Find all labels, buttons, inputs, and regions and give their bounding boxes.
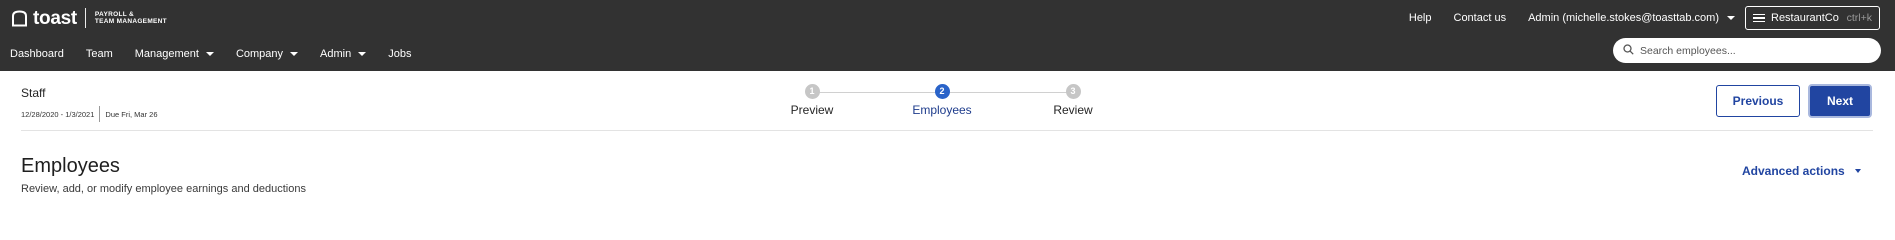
top-header: toast PAYROLL & TEAM MANAGEMENT Help Con…: [0, 0, 1895, 71]
progress-stepper: 1 Preview 2 Employees 3 Review: [0, 84, 1895, 120]
previous-button[interactable]: Previous: [1716, 85, 1800, 117]
keyboard-shortcut-hint: ctrl+k: [1846, 12, 1872, 24]
employee-search-box[interactable]: [1613, 38, 1881, 63]
nav-item-admin[interactable]: Admin: [320, 48, 367, 60]
step-label: Review: [1053, 103, 1093, 117]
toast-logo[interactable]: toast PAYROLL & TEAM MANAGEMENT: [10, 8, 167, 28]
step-employees[interactable]: 2 Employees: [882, 84, 1002, 117]
main-nav: Dashboard Team Management Company Admin …: [10, 48, 433, 60]
logo-subtitle: PAYROLL & TEAM MANAGEMENT: [95, 11, 167, 26]
admin-user-label: Admin (michelle.stokes@toasttab.com): [1528, 12, 1719, 24]
nav-item-team[interactable]: Team: [86, 48, 113, 60]
step-label: Employees: [912, 103, 972, 117]
chevron-down-icon: [358, 52, 367, 56]
nav-item-label: Company: [235, 48, 284, 60]
hamburger-menu-icon: [1753, 13, 1765, 23]
nav-item-label: Jobs: [388, 48, 412, 60]
chevron-down-icon: [205, 52, 214, 56]
logo-divider: [84, 8, 86, 28]
nav-item-label: Management: [134, 48, 199, 60]
step-label: Preview: [790, 103, 834, 117]
restaurant-name: RestaurantCo: [1771, 12, 1839, 24]
next-button[interactable]: Next: [1808, 84, 1872, 118]
nav-item-jobs[interactable]: Jobs: [388, 48, 411, 60]
nav-item-management[interactable]: Management: [135, 48, 214, 60]
nav-item-label: Admin: [320, 48, 352, 60]
nav-item-company[interactable]: Company: [235, 48, 299, 60]
search-input[interactable]: [1640, 44, 1860, 57]
logo-subtitle-line1: PAYROLL &: [94, 10, 134, 18]
contact-us-link[interactable]: Contact us: [1454, 12, 1507, 24]
logo-subtitle-line2: TEAM MANAGEMENT: [94, 18, 167, 25]
step-review[interactable]: 3 Review: [1013, 84, 1133, 117]
step-number: 1: [804, 84, 820, 99]
page-subtitle: Review, add, or modify employee earnings…: [21, 183, 306, 195]
advanced-actions-dropdown[interactable]: Advanced actions: [1742, 164, 1861, 178]
step-preview[interactable]: 1 Preview: [752, 84, 872, 117]
nav-item-label: Team: [85, 48, 113, 60]
restaurant-switcher-button[interactable]: RestaurantCo ctrl+k: [1745, 6, 1880, 30]
chevron-down-icon: [1854, 169, 1861, 173]
chevron-down-icon: [290, 52, 299, 56]
admin-user-menu[interactable]: Admin (michelle.stokes@toasttab.com): [1528, 12, 1735, 24]
help-link[interactable]: Help: [1409, 12, 1432, 24]
header-utility-bar: Help Contact us Admin (michelle.stokes@t…: [1387, 5, 1880, 31]
advanced-actions-label: Advanced actions: [1742, 164, 1845, 178]
step-number: 3: [1065, 84, 1081, 99]
toast-logo-icon: [10, 9, 29, 27]
nav-item-label: Dashboard: [10, 48, 64, 60]
nav-item-dashboard[interactable]: Dashboard: [10, 48, 64, 60]
step-number: 2: [934, 84, 950, 99]
section-divider: [21, 130, 1873, 131]
search-icon: [1623, 42, 1634, 60]
chevron-down-icon: [1727, 16, 1735, 20]
page-title: Employees: [21, 155, 120, 177]
logo-wordmark: toast: [33, 7, 77, 29]
